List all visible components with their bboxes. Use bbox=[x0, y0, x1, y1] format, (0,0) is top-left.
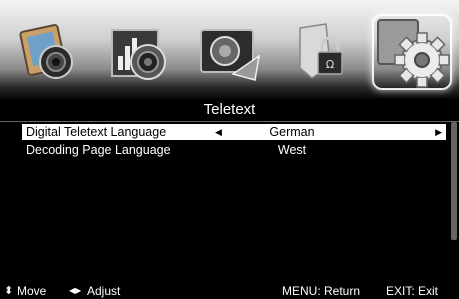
menu-item-decoding-page-language[interactable]: Decoding Page Language West bbox=[22, 142, 446, 158]
left-right-arrow-icon: ◀▶ bbox=[69, 286, 82, 295]
adjust-hint: Adjust bbox=[87, 284, 121, 298]
menu-item-label: Digital Teletext Language bbox=[26, 125, 167, 139]
sound-icon[interactable] bbox=[104, 16, 176, 88]
help-bar: ⬍ Move ◀▶ Adjust MENU: Return EXIT: Exit bbox=[0, 283, 459, 299]
menu-item-value: German bbox=[269, 125, 315, 139]
menu-return-hint: MENU: Return bbox=[282, 284, 361, 298]
svg-text:Ω: Ω bbox=[326, 58, 334, 71]
menu-icon-bar: Ω bbox=[0, 0, 459, 99]
up-down-arrow-icon: ⬍ bbox=[4, 285, 14, 297]
title-divider bbox=[0, 121, 459, 122]
page-title: Teletext bbox=[203, 101, 256, 118]
arrow-left-icon[interactable]: ◀ bbox=[215, 124, 222, 140]
menu-item-digital-teletext-language[interactable]: Digital Teletext Language ◀ German ▶ bbox=[22, 124, 446, 140]
arrow-right-icon[interactable]: ▶ bbox=[435, 124, 442, 140]
channel-icon[interactable] bbox=[195, 16, 267, 88]
settings-icon[interactable] bbox=[368, 10, 456, 96]
scrollbar[interactable] bbox=[451, 122, 457, 240]
lock-icon[interactable]: Ω bbox=[286, 16, 358, 88]
move-hint: Move bbox=[17, 284, 47, 298]
exit-hint: EXIT: Exit bbox=[386, 284, 439, 298]
picture-icon[interactable] bbox=[14, 16, 86, 88]
menu-item-value: West bbox=[277, 143, 307, 157]
menu-item-label: Decoding Page Language bbox=[26, 143, 171, 157]
